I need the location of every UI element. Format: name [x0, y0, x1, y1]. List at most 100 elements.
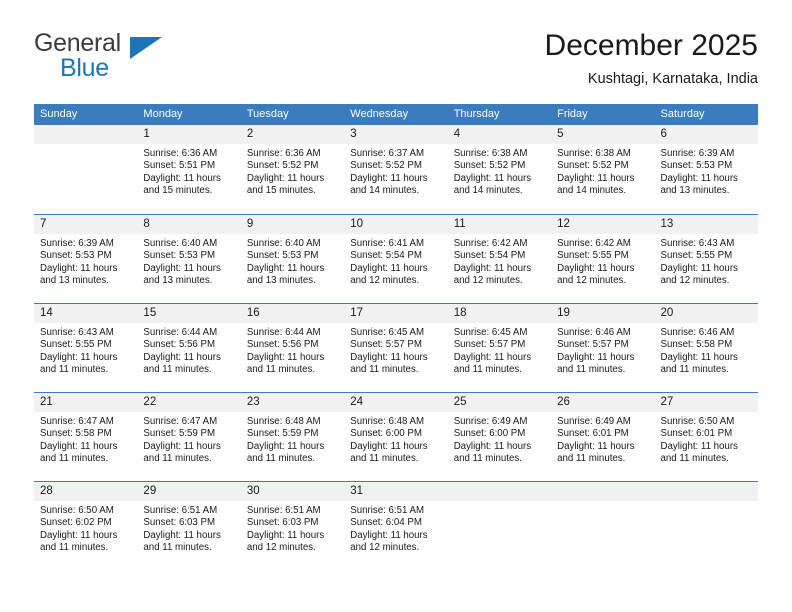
calendar-day-cell[interactable]: 18 Sunrise: 6:45 AM Sunset: 5:57 PM Dayligh…	[447, 304, 552, 392]
general-blue-logo[interactable]: General Blue	[34, 30, 234, 90]
calendar-day-cell[interactable]: 10 Sunrise: 6:41 AM Sunset: 5:54 PM Dayligh…	[344, 215, 448, 303]
calendar-day-cell[interactable]: 19 Sunrise: 6:46 AM Sunset: 5:57 PM Dayligh…	[551, 304, 655, 392]
calendar-day-cell[interactable]: 25 Sunrise: 6:49 AM Sunset: 6:00 PM Dayligh…	[447, 393, 552, 481]
day-sun-info: Sunrise: 6:51 AM Sunset: 6:03 PM Daylight:…	[137, 501, 240, 555]
calendar-day-cell-empty	[34, 125, 138, 214]
calendar-day-cell[interactable]: 27 Sunrise: 6:50 AM Sunset: 6:01 PM Dayligh…	[654, 393, 758, 481]
day-sun-info: Sunrise: 6:37 AM Sunset: 5:52 PM Daylight:…	[344, 144, 447, 198]
title-block: December 2025 Kushtagi, Karnataka, India	[545, 28, 758, 89]
sunrise-text: Sunrise: 6:39 AM	[40, 238, 114, 249]
calendar-day-cell[interactable]: 20 Sunrise: 6:46 AM Sunset: 5:58 PM Dayligh…	[654, 304, 758, 392]
sunrise-text: Sunrise: 6:37 AM	[350, 148, 425, 159]
calendar-day-cell[interactable]: 23 Sunrise: 6:48 AM Sunset: 5:59 PM Dayligh…	[240, 393, 345, 481]
daylight-text: Daylight: 11 hours and 11 minutes.	[557, 440, 635, 465]
sunset-text: Sunset: 5:52 PM	[246, 160, 319, 172]
day-number: 23	[240, 393, 345, 412]
day-number: 4	[447, 125, 552, 144]
daylight-text: Daylight: 11 hours and 11 minutes.	[453, 351, 532, 376]
daylight-text: Daylight: 11 hours and 11 minutes.	[40, 529, 118, 554]
weekday-header-sunday: Sunday	[40, 108, 78, 120]
calendar-day-cell[interactable]: 24 Sunrise: 6:48 AM Sunset: 6:00 PM Dayligh…	[344, 393, 448, 481]
weekday-header-saturday: Saturday	[660, 108, 705, 120]
daylight-text: Daylight: 11 hours and 11 minutes.	[660, 351, 738, 376]
calendar-day-cell[interactable]: 3 Sunrise: 6:37 AM Sunset: 5:52 PM Daylight…	[344, 125, 448, 214]
calendar-day-cell[interactable]: 13 Sunrise: 6:43 AM Sunset: 5:55 PM Dayligh…	[654, 215, 758, 303]
calendar-day-cell[interactable]: 2 Sunrise: 6:36 AM Sunset: 5:52 PM Daylight…	[240, 125, 345, 214]
calendar-week-row: 28 Sunrise: 6:50 AM Sunset: 6:02 PM Dayligh…	[34, 481, 758, 570]
sunset-text: Sunset: 5:56 PM	[143, 339, 216, 351]
sunrise-text: Sunrise: 6:48 AM	[350, 416, 425, 427]
sunrise-text: Sunrise: 6:43 AM	[40, 327, 114, 338]
day-number: 28	[34, 482, 138, 501]
day-sun-info: Sunrise: 6:38 AM Sunset: 5:52 PM Daylight:…	[448, 144, 551, 198]
calendar-day-cell[interactable]: 6 Sunrise: 6:39 AM Sunset: 5:53 PM Daylight…	[654, 125, 758, 214]
calendar-day-cell[interactable]: 22 Sunrise: 6:47 AM Sunset: 5:59 PM Dayligh…	[137, 393, 241, 481]
day-sun-info: Sunrise: 6:46 AM Sunset: 5:58 PM Daylight:…	[655, 323, 758, 377]
calendar-week-row: 21 Sunrise: 6:47 AM Sunset: 5:58 PM Dayligh…	[34, 392, 758, 481]
daylight-text: Daylight: 11 hours and 12 minutes.	[350, 262, 428, 287]
day-sun-info: Sunrise: 6:50 AM Sunset: 6:01 PM Daylight:…	[655, 412, 758, 466]
sunrise-text: Sunrise: 6:39 AM	[660, 148, 735, 159]
day-sun-info: Sunrise: 6:45 AM Sunset: 5:57 PM Daylight:…	[344, 323, 447, 377]
calendar-day-cell[interactable]: 26 Sunrise: 6:49 AM Sunset: 6:01 PM Dayligh…	[551, 393, 655, 481]
sunset-text: Sunset: 5:52 PM	[453, 160, 526, 172]
calendar-day-cell[interactable]: 1 Sunrise: 6:36 AM Sunset: 5:51 PM Daylight…	[137, 125, 241, 214]
sunset-text: Sunset: 6:00 PM	[350, 428, 422, 440]
day-number: 8	[137, 215, 241, 234]
day-sun-info: Sunrise: 6:46 AM Sunset: 5:57 PM Daylight:…	[551, 323, 654, 377]
daylight-text: Daylight: 11 hours and 11 minutes.	[246, 440, 325, 465]
calendar-day-cell[interactable]: 9 Sunrise: 6:40 AM Sunset: 5:53 PM Daylight…	[240, 215, 345, 303]
sunrise-text: Sunrise: 6:36 AM	[143, 148, 218, 159]
sunset-text: Sunset: 5:57 PM	[350, 339, 422, 351]
day-sun-info: Sunrise: 6:41 AM Sunset: 5:54 PM Daylight:…	[344, 234, 447, 288]
calendar-day-cell[interactable]: 21 Sunrise: 6:47 AM Sunset: 5:58 PM Dayligh…	[34, 393, 138, 481]
calendar-day-cell[interactable]: 11 Sunrise: 6:42 AM Sunset: 5:54 PM Dayligh…	[447, 215, 552, 303]
calendar-day-cell[interactable]: 4 Sunrise: 6:38 AM Sunset: 5:52 PM Daylight…	[447, 125, 552, 214]
day-number	[34, 125, 138, 144]
calendar-day-cell[interactable]: 5 Sunrise: 6:38 AM Sunset: 5:52 PM Daylight…	[551, 125, 655, 214]
daylight-text: Daylight: 11 hours and 11 minutes.	[143, 440, 221, 465]
day-number: 17	[344, 304, 448, 323]
day-sun-info: Sunrise: 6:43 AM Sunset: 5:55 PM Daylight:…	[34, 323, 137, 377]
sunrise-text: Sunrise: 6:43 AM	[660, 238, 735, 249]
day-sun-info: Sunrise: 6:39 AM Sunset: 5:53 PM Daylight:…	[34, 234, 137, 288]
calendar-day-cell[interactable]: 17 Sunrise: 6:45 AM Sunset: 5:57 PM Dayligh…	[344, 304, 448, 392]
day-number: 1	[137, 125, 241, 144]
sunrise-text: Sunrise: 6:38 AM	[453, 148, 528, 159]
daylight-text: Daylight: 11 hours and 14 minutes.	[453, 172, 532, 197]
day-sun-info: Sunrise: 6:47 AM Sunset: 5:59 PM Daylight:…	[137, 412, 240, 466]
calendar-grid: Sunday Monday Tuesday Wednesday Thursday Frid…	[34, 104, 758, 570]
calendar-day-cell[interactable]: 7 Sunrise: 6:39 AM Sunset: 5:53 PM Daylight…	[34, 215, 138, 303]
day-sun-info: Sunrise: 6:44 AM Sunset: 5:56 PM Daylight:…	[241, 323, 344, 377]
calendar-day-cell[interactable]: 31 Sunrise: 6:51 AM Sunset: 6:04 PM Dayligh…	[344, 482, 448, 570]
calendar-day-cell[interactable]: 15 Sunrise: 6:44 AM Sunset: 5:56 PM Dayligh…	[137, 304, 241, 392]
day-number: 24	[344, 393, 448, 412]
day-number: 13	[654, 215, 758, 234]
day-number: 14	[34, 304, 138, 323]
sunset-text: Sunset: 6:00 PM	[453, 428, 526, 440]
sunset-text: Sunset: 5:59 PM	[143, 428, 216, 440]
daylight-text: Daylight: 11 hours and 11 minutes.	[246, 351, 325, 376]
sunset-text: Sunset: 5:53 PM	[40, 250, 112, 262]
day-number: 15	[137, 304, 241, 323]
day-number: 2	[240, 125, 345, 144]
weekday-header-friday: Friday	[557, 108, 588, 120]
logo-text-blue: Blue	[60, 54, 109, 82]
calendar-day-cell[interactable]: 30 Sunrise: 6:51 AM Sunset: 6:03 PM Dayligh…	[240, 482, 345, 570]
day-number: 29	[137, 482, 241, 501]
sunrise-text: Sunrise: 6:40 AM	[143, 238, 218, 249]
daylight-text: Daylight: 11 hours and 11 minutes.	[350, 440, 428, 465]
weekday-header-monday: Monday	[143, 108, 183, 120]
calendar-day-cell[interactable]: 28 Sunrise: 6:50 AM Sunset: 6:02 PM Dayligh…	[34, 482, 138, 570]
calendar-week-row: 14 Sunrise: 6:43 AM Sunset: 5:55 PM Dayligh…	[34, 303, 758, 392]
daylight-text: Daylight: 11 hours and 12 minutes.	[246, 529, 325, 554]
day-number: 9	[240, 215, 345, 234]
day-number: 20	[654, 304, 758, 323]
calendar-day-cell[interactable]: 8 Sunrise: 6:40 AM Sunset: 5:53 PM Daylight…	[137, 215, 241, 303]
calendar-day-cell[interactable]: 12 Sunrise: 6:42 AM Sunset: 5:55 PM Dayligh…	[551, 215, 655, 303]
sunset-text: Sunset: 6:04 PM	[350, 517, 422, 529]
calendar-day-cell[interactable]: 16 Sunrise: 6:44 AM Sunset: 5:56 PM Dayligh…	[240, 304, 345, 392]
calendar-day-cell[interactable]: 29 Sunrise: 6:51 AM Sunset: 6:03 PM Dayligh…	[137, 482, 241, 570]
sunset-text: Sunset: 5:57 PM	[453, 339, 526, 351]
calendar-day-cell[interactable]: 14 Sunrise: 6:43 AM Sunset: 5:55 PM Dayligh…	[34, 304, 138, 392]
